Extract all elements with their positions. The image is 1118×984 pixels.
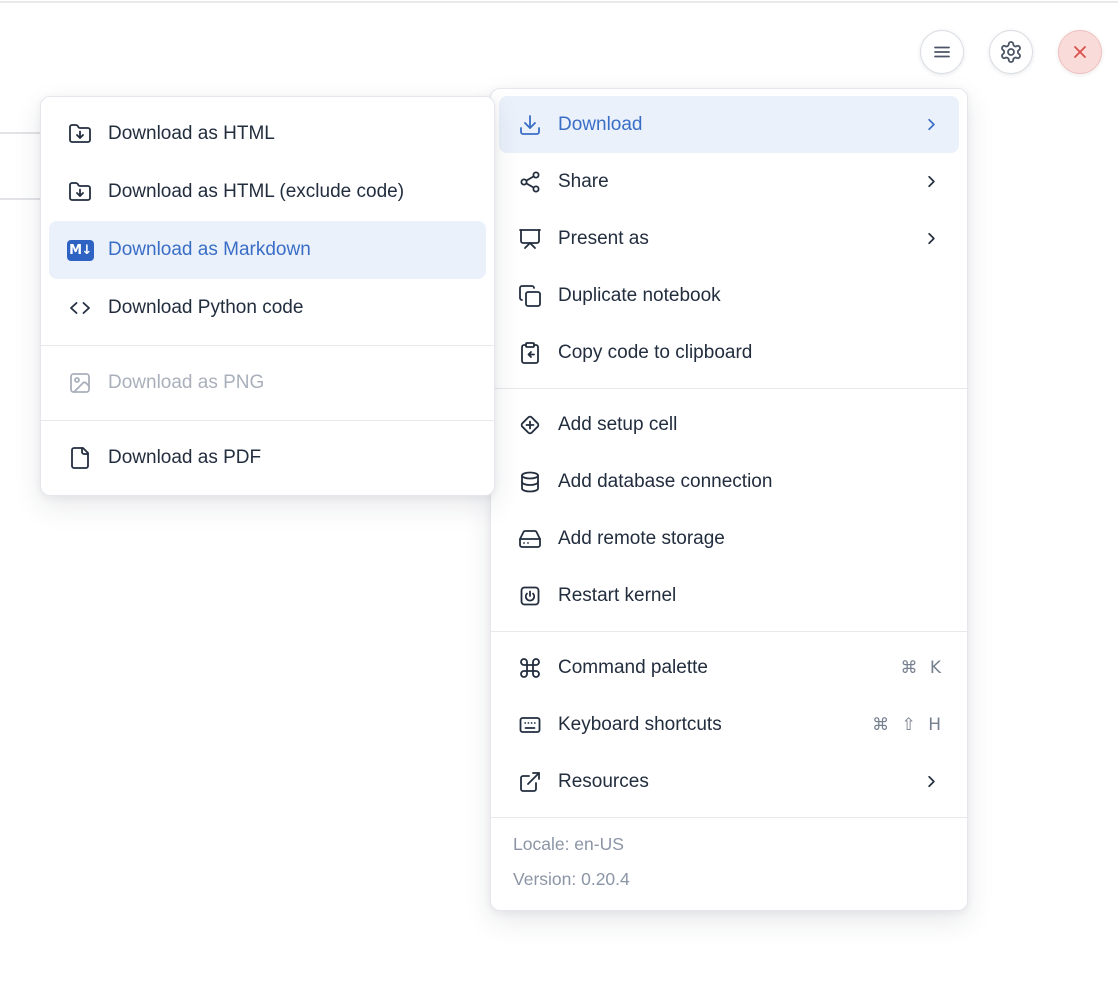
menu-item-present-as[interactable]: Present as [499,210,959,267]
diamond-plus-icon [517,412,542,437]
menu-section: Download as PDF [41,420,494,495]
menu-item-label: Download as PDF [108,447,468,469]
menu-item-label: Add database connection [558,471,941,493]
keyboard-shortcut-hint: ⌘ ⇧ H [872,715,941,735]
menu-item-restart-kernel[interactable]: Restart kernel [499,567,959,624]
menu-item-download[interactable]: Download [499,96,959,153]
image-icon [67,371,92,396]
menu-item-download-as-pdf[interactable]: Download as PDF [49,429,486,487]
menu-item-download-as-markdown[interactable]: M↓ Download as Markdown [49,221,486,279]
keyboard-icon [517,712,542,737]
folder-down-icon [67,180,92,205]
menu-section: Download Share Present as Duplicate noteboo… [491,89,967,388]
settings-button[interactable] [989,30,1033,74]
markdown-download-icon: M↓ [67,240,94,261]
menu-item-label: Present as [558,228,906,250]
menu-item-download-as-html-exclude-code[interactable]: Download as HTML (exclude code) [49,163,486,221]
menu-item-duplicate-notebook[interactable]: Duplicate notebook [499,267,959,324]
command-icon [517,655,542,680]
chevron-right-icon [922,229,941,248]
menu-item-download-as-html[interactable]: Download as HTML [49,105,486,163]
menu-item-download-python-code[interactable]: Download Python code [49,279,486,337]
power-icon [517,583,542,608]
notebook-menu: Download Share Present as Duplicate noteboo… [490,88,968,911]
cell-border-stub [0,132,40,134]
notebook-action-toolbar [920,30,1102,74]
chevron-right-icon [922,172,941,191]
duplicate-icon [517,283,542,308]
menu-item-resources[interactable]: Resources [499,753,959,810]
menu-item-keyboard-shortcuts[interactable]: Keyboard shortcuts ⌘ ⇧ H [499,696,959,753]
menu-item-label: Download as Markdown [108,239,468,261]
menu-item-share[interactable]: Share [499,153,959,210]
close-icon [1068,40,1093,65]
menu-section: Download as HTML Download as HTML (exclud… [41,97,494,345]
menu-button[interactable] [920,30,964,74]
external-link-icon [517,769,542,794]
close-button[interactable] [1058,30,1102,74]
download-submenu: Download as HTML Download as HTML (exclud… [40,96,495,496]
menu-section: Command palette ⌘ K Keyboard shortcuts ⌘ ⇧ … [491,631,967,817]
menu-item-label: Download Python code [108,297,468,319]
menu-item-label: Resources [558,771,906,793]
menu-item-label: Duplicate notebook [558,285,941,307]
notebook-page: Download as HTML Download as HTML (exclud… [0,0,1118,984]
menu-item-label: Share [558,171,906,193]
chevron-right-icon [922,115,941,134]
menu-item-command-palette[interactable]: Command palette ⌘ K [499,639,959,696]
keyboard-shortcut-hint: ⌘ K [900,658,941,678]
menu-item-add-remote-storage[interactable]: Add remote storage [499,510,959,567]
menu-item-label: Add remote storage [558,528,941,550]
menu-item-download-as-png: Download as PNG [49,354,486,412]
code-icon [67,296,92,321]
version-text: Version: 0.20.4 [513,862,945,897]
menu-item-label: Restart kernel [558,585,941,607]
download-icon [517,112,542,137]
share-icon [517,169,542,194]
page-top-border [0,1,1118,3]
menu-item-label: Download as HTML [108,123,468,145]
database-icon [517,469,542,494]
folder-down-icon [67,122,92,147]
hard-drive-icon [517,526,542,551]
menu-item-label: Add setup cell [558,414,941,436]
menu-item-label: Keyboard shortcuts [558,714,856,736]
locale-text: Locale: en-US [513,827,945,862]
hamburger-icon [930,40,955,65]
menu-item-label: Download as HTML (exclude code) [108,181,468,203]
menu-item-add-database-connection[interactable]: Add database connection [499,453,959,510]
menu-section: Add setup cell Add database connection Add… [491,388,967,631]
menu-item-label: Copy code to clipboard [558,342,941,364]
menu-item-label: Download [558,114,906,136]
menu-item-copy-code-to-clipboard[interactable]: Copy code to clipboard [499,324,959,381]
presentation-icon [517,226,542,251]
menu-item-label: Command palette [558,657,884,679]
cell-border-stub [0,198,40,200]
chevron-right-icon [922,772,941,791]
file-icon [67,446,92,471]
menu-item-add-setup-cell[interactable]: Add setup cell [499,396,959,453]
menu-section: Download as PNG [41,345,494,420]
menu-item-label: Download as PNG [108,372,468,394]
gear-icon [999,40,1024,65]
menu-footer: Locale: en-US Version: 0.20.4 [491,817,967,910]
clipboard-icon [517,340,542,365]
